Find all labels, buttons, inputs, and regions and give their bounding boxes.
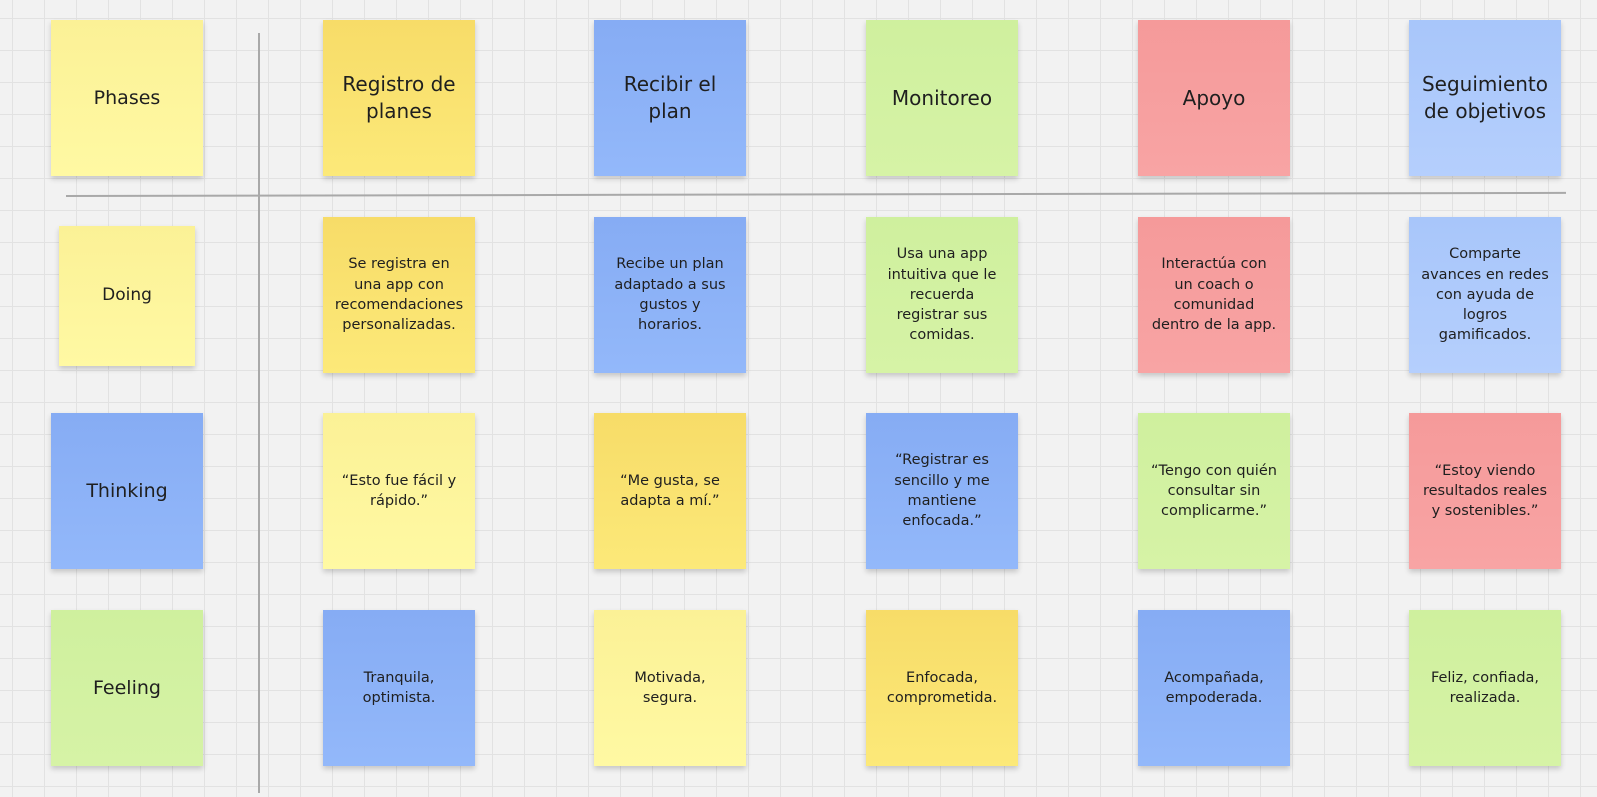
phase-note-4[interactable]: Apoyo xyxy=(1138,20,1290,176)
feeling-note-5[interactable]: Feliz, confiada, realizada. xyxy=(1409,610,1561,766)
row-label-thinking[interactable]: Thinking xyxy=(51,413,203,569)
doing-note-2[interactable]: Recibe un plan adaptado a sus gustos y h… xyxy=(594,217,746,373)
horizontal-divider xyxy=(65,191,1566,197)
row-label-doing[interactable]: Doing xyxy=(59,226,195,366)
feeling-note-4[interactable]: Acompañada, empoderada. xyxy=(1138,610,1290,766)
thinking-note-2[interactable]: “Me gusta, se adapta a mí.” xyxy=(594,413,746,569)
thinking-note-5[interactable]: “Estoy viendo resultados reales y sosten… xyxy=(1409,413,1561,569)
phase-note-5[interactable]: Seguimiento de objetivos xyxy=(1409,20,1561,176)
row-label-phases[interactable]: Phases xyxy=(51,20,203,176)
phase-note-3[interactable]: Monitoreo xyxy=(866,20,1018,176)
feeling-note-1[interactable]: Tranquila, optimista. xyxy=(323,610,475,766)
feeling-note-2[interactable]: Motivada, segura. xyxy=(594,610,746,766)
journey-map-board[interactable]: Phases Doing Thinking Feeling Registro d… xyxy=(0,0,1597,797)
thinking-note-3[interactable]: “Registrar es sencillo y me mantiene enf… xyxy=(866,413,1018,569)
thinking-note-1[interactable]: “Esto fue fácil y rápido.” xyxy=(323,413,475,569)
phase-note-2[interactable]: Recibir el plan xyxy=(594,20,746,176)
thinking-note-4[interactable]: “Tengo con quién consultar sin complicar… xyxy=(1138,413,1290,569)
doing-note-5[interactable]: Comparte avances en redes con ayuda de l… xyxy=(1409,217,1561,373)
phase-note-1[interactable]: Registro de planes xyxy=(323,20,475,176)
vertical-divider xyxy=(258,33,260,793)
doing-note-3[interactable]: Usa una app intuitiva que le recuerda re… xyxy=(866,217,1018,373)
doing-note-1[interactable]: Se registra en una app con recomendacion… xyxy=(323,217,475,373)
doing-note-4[interactable]: Interactúa con un coach o comunidad dent… xyxy=(1138,217,1290,373)
feeling-note-3[interactable]: Enfocada, comprometida. xyxy=(866,610,1018,766)
row-label-feeling[interactable]: Feeling xyxy=(51,610,203,766)
